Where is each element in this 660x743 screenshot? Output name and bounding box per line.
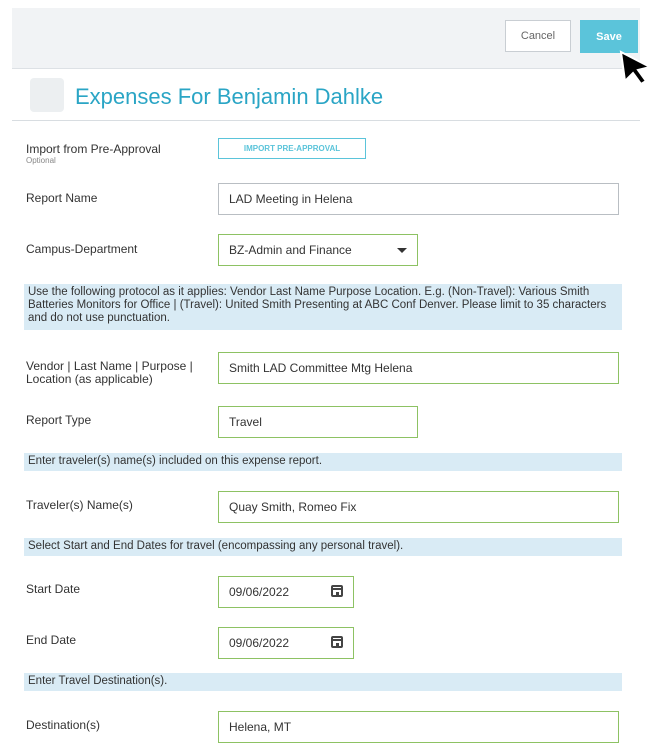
- header-divider: [12, 120, 640, 121]
- vendor-input[interactable]: Smith LAD Committee Mtg Helena: [218, 352, 619, 384]
- report-type-input[interactable]: Travel: [218, 406, 418, 438]
- destination-value: Helena, MT: [229, 720, 292, 734]
- page-title: Expenses For Benjamin Dahlke: [75, 84, 384, 109]
- destination-label: Destination(s): [26, 718, 101, 732]
- vendor-label: Vendor | Last Name | Purpose | Location …: [26, 359, 193, 386]
- destination-input[interactable]: Helena, MT: [218, 711, 619, 743]
- import-label: Import from Pre-Approval: [26, 142, 161, 156]
- campus-department-label: Campus-Department: [26, 242, 138, 256]
- end-date-value: 09/06/2022: [229, 636, 290, 650]
- report-name-input[interactable]: LAD Meeting in Helena: [218, 183, 619, 215]
- calendar-icon[interactable]: [331, 585, 343, 597]
- start-date-value: 09/06/2022: [229, 585, 290, 599]
- mouse-cursor-icon: [619, 50, 653, 86]
- top-toolbar: Cancel Save: [12, 8, 640, 69]
- end-date-label: End Date: [26, 633, 77, 647]
- report-type-label: Report Type: [26, 413, 92, 427]
- travelers-value: Quay Smith, Romeo Fix: [229, 500, 357, 514]
- calendar-icon[interactable]: [331, 636, 343, 648]
- import-optional-hint: Optional: [26, 156, 56, 165]
- start-date-label: Start Date: [26, 582, 81, 596]
- destination-note: Enter Travel Destination(s).: [24, 673, 622, 691]
- vendor-value: Smith LAD Committee Mtg Helena: [229, 361, 413, 375]
- dates-note: Select Start and End Dates for travel (e…: [24, 538, 622, 556]
- end-date-input[interactable]: 09/06/2022: [218, 627, 354, 659]
- report-name-label: Report Name: [26, 191, 98, 205]
- import-label-group: Import from Pre-Approval Optional: [26, 142, 161, 166]
- cancel-button[interactable]: Cancel: [505, 20, 571, 52]
- travelers-input[interactable]: Quay Smith, Romeo Fix: [218, 491, 619, 523]
- campus-department-select[interactable]: BZ-Admin and Finance: [218, 234, 418, 266]
- document-icon: [30, 78, 64, 112]
- import-pre-approval-button[interactable]: IMPORT PRE-APPROVAL: [218, 138, 366, 159]
- chevron-down-icon: [397, 248, 407, 253]
- campus-department-value: BZ-Admin and Finance: [229, 243, 352, 257]
- protocol-note: Use the following protocol as it applies…: [24, 284, 622, 330]
- start-date-input[interactable]: 09/06/2022: [218, 576, 354, 608]
- save-button[interactable]: Save: [580, 20, 638, 53]
- travelers-label: Traveler(s) Name(s): [26, 498, 133, 512]
- report-type-value: Travel: [229, 415, 262, 429]
- traveler-note: Enter traveler(s) name(s) included on th…: [24, 453, 622, 471]
- report-name-value: LAD Meeting in Helena: [229, 192, 353, 206]
